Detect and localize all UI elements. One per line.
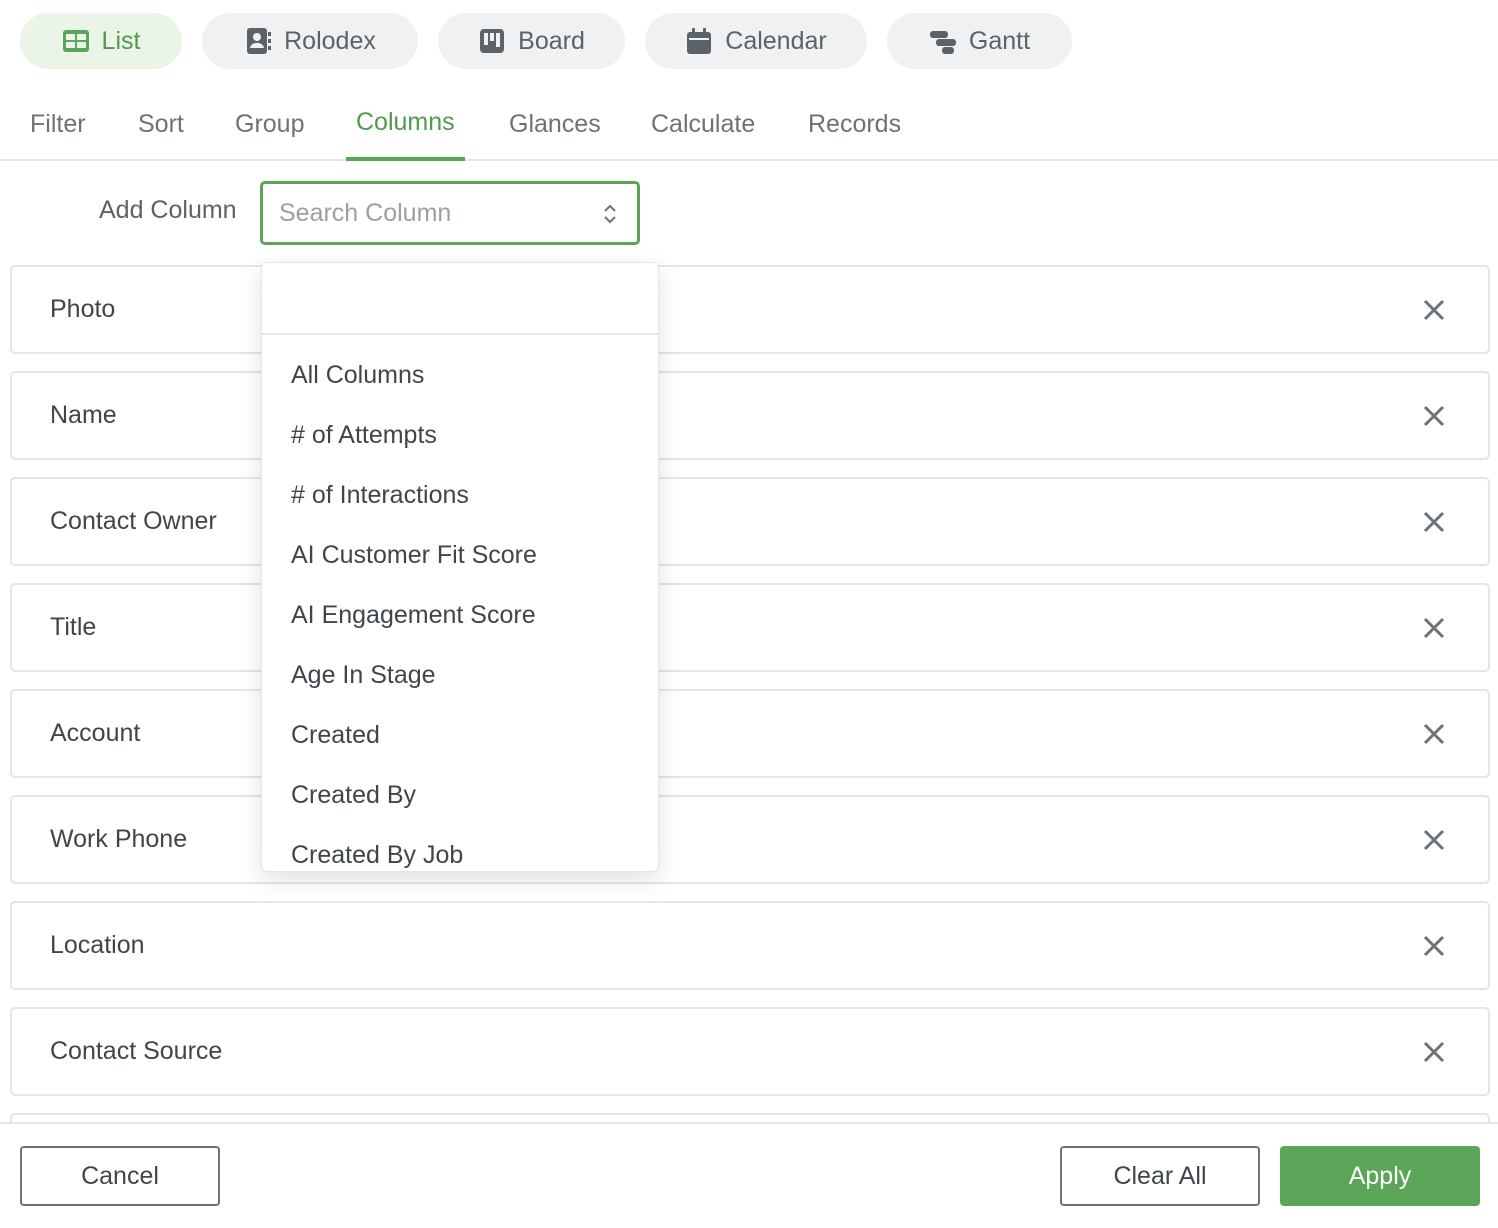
close-icon[interactable]: [1422, 1040, 1446, 1064]
close-icon[interactable]: [1422, 722, 1446, 746]
tab-columns[interactable]: Columns: [346, 88, 465, 161]
dropdown-option[interactable]: All Columns: [262, 345, 658, 405]
view-label: Calendar: [725, 26, 827, 55]
column-row[interactable]: Account: [10, 689, 1490, 778]
cancel-button[interactable]: Cancel: [20, 1146, 220, 1206]
column-row[interactable]: Title: [10, 583, 1490, 672]
rolodex-icon: [244, 27, 272, 55]
column-label: Location: [50, 931, 145, 959]
dropdown-search-area[interactable]: [262, 263, 658, 335]
tab-filter[interactable]: Filter: [20, 88, 96, 161]
view-label: Board: [518, 26, 585, 55]
column-label: Photo: [50, 295, 116, 323]
settings-tabs: Filter Sort Group Columns Glances Calcul…: [0, 88, 1498, 161]
column-row[interactable]: Contact Source: [10, 1007, 1490, 1096]
column-label: Account: [50, 719, 141, 747]
view-rolodex-button[interactable]: Rolodex: [202, 13, 418, 69]
close-icon[interactable]: [1422, 298, 1446, 322]
view-switcher: List Rolodex Board Calendar Gantt: [20, 13, 1072, 69]
column-label: Title: [50, 613, 97, 641]
dropdown-option[interactable]: Created By Job: [262, 825, 658, 871]
gantt-icon: [929, 27, 957, 55]
column-settings-panel: List Rolodex Board Calendar Gantt Filter…: [0, 0, 1498, 1228]
clear-all-button[interactable]: Clear All: [1060, 1146, 1260, 1206]
footer-actions: Cancel Clear All Apply: [0, 1122, 1498, 1228]
calendar-icon: [685, 27, 713, 55]
list-view-icon: [62, 27, 90, 55]
chevron-up-down-icon: [601, 200, 619, 228]
dropdown-option[interactable]: Created: [262, 705, 658, 765]
close-icon[interactable]: [1422, 828, 1446, 852]
close-icon[interactable]: [1422, 934, 1446, 958]
column-row[interactable]: Photo: [10, 265, 1490, 354]
column-row[interactable]: Work Phone: [10, 795, 1490, 884]
search-column-placeholder: Search Column: [279, 198, 452, 227]
tab-glances[interactable]: Glances: [499, 88, 611, 161]
view-label: List: [101, 26, 141, 55]
dropdown-option[interactable]: # of Attempts: [262, 405, 658, 465]
column-row[interactable]: Name: [10, 371, 1490, 460]
view-label: Gantt: [968, 26, 1031, 55]
dropdown-options: All Columns # of Attempts # of Interacti…: [262, 335, 658, 871]
apply-button[interactable]: Apply: [1280, 1146, 1480, 1206]
column-label: Work Phone: [50, 825, 188, 853]
column-row[interactable]: Location: [10, 901, 1490, 990]
dropdown-option[interactable]: AI Customer Fit Score: [262, 525, 658, 585]
view-label: Rolodex: [284, 26, 376, 55]
view-list-button[interactable]: List: [20, 13, 182, 69]
view-calendar-button[interactable]: Calendar: [645, 13, 867, 69]
tab-calculate[interactable]: Calculate: [641, 88, 765, 161]
add-column-label: Add Column: [99, 196, 237, 224]
dropdown-option[interactable]: # of Interactions: [262, 465, 658, 525]
close-icon[interactable]: [1422, 616, 1446, 640]
dropdown-option[interactable]: AI Engagement Score: [262, 585, 658, 645]
column-label: Name: [50, 401, 117, 429]
tab-group[interactable]: Group: [225, 88, 314, 161]
search-column-select[interactable]: Search Column: [260, 181, 640, 245]
column-dropdown: All Columns # of Attempts # of Interacti…: [261, 262, 659, 872]
column-label: Contact Owner: [50, 507, 217, 535]
close-icon[interactable]: [1422, 510, 1446, 534]
column-row[interactable]: Contact Owner: [10, 477, 1490, 566]
tab-sort[interactable]: Sort: [128, 88, 194, 161]
dropdown-option[interactable]: Age In Stage: [262, 645, 658, 705]
close-icon[interactable]: [1422, 404, 1446, 428]
board-icon: [478, 27, 506, 55]
column-label: Contact Source: [50, 1037, 223, 1065]
dropdown-option[interactable]: Created By: [262, 765, 658, 825]
view-gantt-button[interactable]: Gantt: [887, 13, 1072, 69]
view-board-button[interactable]: Board: [438, 13, 625, 69]
tab-records[interactable]: Records: [798, 88, 911, 161]
